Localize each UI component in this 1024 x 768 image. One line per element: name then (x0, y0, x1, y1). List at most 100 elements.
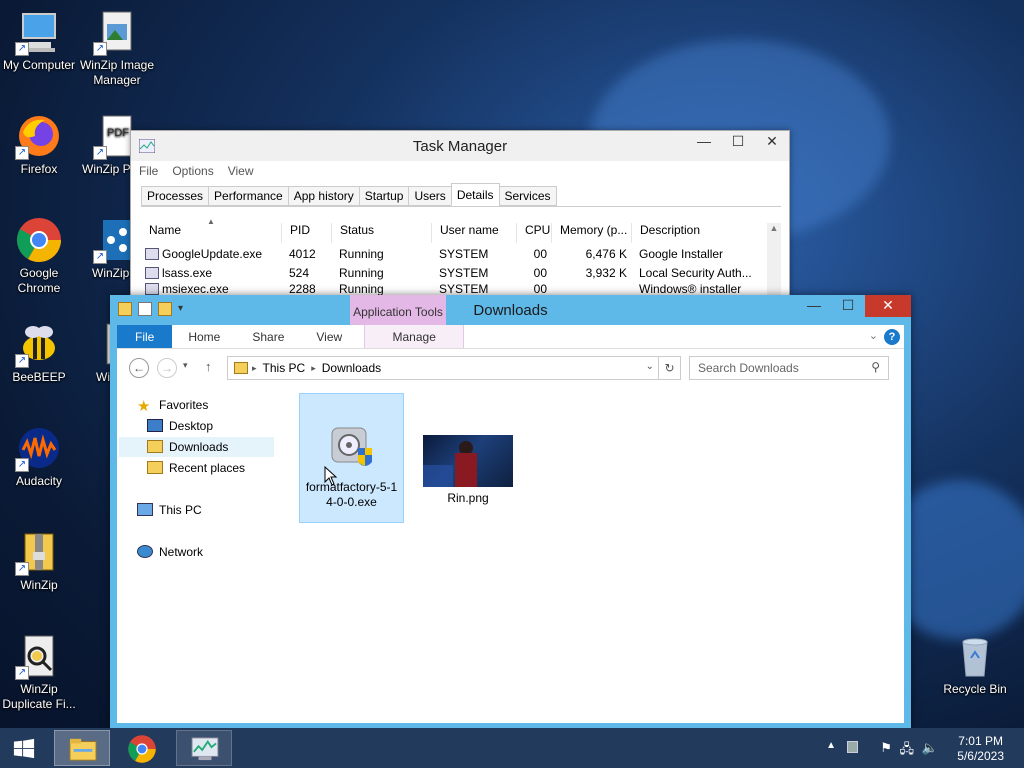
tab-services[interactable]: Services (498, 186, 557, 206)
column-cpu[interactable]: CPU (516, 223, 551, 243)
menu-file[interactable]: File (139, 161, 158, 181)
file-explorer-window[interactable]: ▾ Application Tools Downloads — ☐ ✕ File… (110, 295, 911, 730)
maximize-button[interactable]: ☐ (831, 295, 865, 317)
process-icon (145, 266, 159, 279)
taskbar-chrome[interactable] (114, 730, 170, 766)
network-icon[interactable]: 🖧 (900, 740, 915, 762)
shortcut-arrow-icon: ↗ (15, 146, 29, 160)
help-icon[interactable]: ? (884, 329, 900, 345)
task-manager-window[interactable]: Task Manager — ☐ ✕ File Options View Pro… (130, 130, 790, 297)
file-item-formatfactory[interactable]: formatfactory-5-14-0-0.exe (299, 393, 404, 523)
desktop-icon-winzip-image-manager[interactable]: ↗ WinZip Image Manager (78, 8, 156, 88)
breadcrumb-downloads[interactable]: Downloads (322, 361, 381, 375)
tab-performance[interactable]: Performance (208, 186, 289, 206)
expand-ribbon-icon[interactable]: ⌄ (869, 329, 878, 342)
star-icon: ★ (137, 398, 151, 415)
column-user-name[interactable]: User name (431, 223, 516, 243)
nav-downloads[interactable]: Downloads (119, 437, 274, 457)
column-name[interactable]: Name (141, 223, 281, 243)
menu-options[interactable]: Options (172, 161, 213, 181)
ribbon-tab-manage[interactable]: Manage (364, 325, 465, 348)
recent-locations-icon[interactable]: ▾ (183, 360, 188, 371)
search-input[interactable]: Search Downloads ⚲ (689, 356, 889, 380)
shortcut-arrow-icon: ↗ (93, 250, 107, 264)
nav-favorites[interactable]: ★ Favorites (137, 395, 208, 415)
search-icon[interactable]: ⚲ (871, 360, 880, 374)
network-icon (137, 545, 153, 558)
process-list-scrollbar[interactable]: ▲ (767, 223, 781, 297)
scroll-up-icon[interactable]: ▲ (767, 223, 781, 233)
address-row: ← → ▾ ↑ ▸ This PC ▸ Downloads ⌄ ↻ Search… (117, 350, 904, 384)
downloads-folder-icon (147, 440, 163, 453)
close-button[interactable]: ✕ (755, 131, 789, 153)
tab-app-history[interactable]: App history (287, 186, 360, 206)
desktop-icon-beebeep[interactable]: ↗ BeeBEEP (0, 320, 78, 385)
nav-this-pc[interactable]: This PC (137, 500, 202, 520)
column-memory[interactable]: Memory (p... (551, 223, 631, 243)
chevron-down-icon[interactable]: ⌄ (646, 361, 654, 372)
clock[interactable]: 7:01 PM 5/6/2023 (957, 734, 1004, 764)
task-manager-tabs: Processes Performance App history Startu… (141, 183, 557, 206)
minimize-button[interactable]: — (687, 131, 721, 153)
nav-recent-places[interactable]: Recent places (147, 458, 245, 478)
shortcut-arrow-icon: ↗ (15, 666, 29, 680)
task-manager-titlebar[interactable]: Task Manager — ☐ ✕ (131, 131, 789, 161)
column-description[interactable]: Description (631, 223, 761, 243)
mouse-cursor-icon (324, 466, 338, 486)
menu-view[interactable]: View (228, 161, 254, 181)
ribbon-tab-share[interactable]: Share (236, 325, 300, 348)
maximize-button[interactable]: ☐ (721, 131, 755, 153)
window-title: Downloads (473, 302, 548, 319)
start-button[interactable] (0, 730, 48, 766)
shortcut-arrow-icon: ↗ (15, 562, 29, 576)
ribbon-tab-file[interactable]: File (117, 325, 173, 348)
desktop-icon-firefox[interactable]: ↗ Firefox (0, 112, 78, 177)
tab-processes[interactable]: Processes (141, 186, 210, 206)
volume-icon[interactable]: 🔈 (922, 740, 938, 756)
ribbon-tab-view[interactable]: View (300, 325, 358, 348)
nav-network[interactable]: Network (137, 542, 203, 562)
chevron-right-icon: ▸ (252, 362, 257, 373)
tab-details[interactable]: Details (450, 183, 500, 206)
table-row[interactable]: GoogleUpdate.exe 4012 Running SYSTEM 00 … (141, 244, 761, 263)
address-bar[interactable]: ▸ This PC ▸ Downloads ⌄ (227, 356, 659, 380)
shortcut-arrow-icon: ↗ (93, 146, 107, 160)
table-row[interactable]: msiexec.exe 2288 Running SYSTEM 00 Windo… (141, 282, 761, 296)
explorer-titlebar[interactable]: ▾ Application Tools Downloads — ☐ ✕ (110, 295, 911, 325)
show-hidden-icons-icon[interactable]: ▲ (826, 740, 836, 751)
minimize-button[interactable]: — (797, 295, 831, 317)
desktop-icon-audacity[interactable]: ↗ Audacity (0, 424, 78, 489)
svg-text:PDF: PDF (107, 127, 129, 139)
up-arrow-icon[interactable]: ↑ (205, 359, 212, 374)
close-button[interactable]: ✕ (865, 295, 911, 317)
file-item-rin-png[interactable]: Rin.png (415, 393, 521, 513)
desktop-icon-winzip-duplicate-finder[interactable]: ↗ WinZip Duplicate Fi... (0, 632, 78, 712)
column-pid[interactable]: PID (281, 223, 331, 243)
shortcut-arrow-icon: ↗ (15, 458, 29, 472)
desktop-icon-my-computer[interactable]: ↗ My Computer (0, 8, 78, 73)
process-icon (145, 283, 159, 295)
task-manager-icon (191, 737, 219, 761)
recycle-bin-icon (962, 638, 988, 677)
navigation-pane: ★ Favorites Desktop Downloads Recent plac… (117, 385, 277, 723)
image-thumbnail (423, 435, 513, 487)
shortcut-arrow-icon: ↗ (15, 42, 29, 56)
desktop-icon-winzip[interactable]: ↗ WinZip (0, 528, 78, 593)
table-row[interactable]: lsass.exe 524 Running SYSTEM 00 3,932 K … (141, 263, 761, 282)
nav-desktop[interactable]: Desktop (147, 416, 213, 436)
forward-button[interactable]: → (157, 358, 177, 378)
taskbar-file-explorer[interactable] (54, 730, 110, 766)
tab-users[interactable]: Users (408, 186, 452, 206)
tab-startup[interactable]: Startup (358, 186, 410, 206)
breadcrumb-this-pc[interactable]: This PC (263, 361, 306, 375)
taskbar-task-manager[interactable] (176, 730, 232, 766)
back-button[interactable]: ← (129, 358, 149, 378)
ribbon-tab-home[interactable]: Home (172, 325, 236, 348)
refresh-icon[interactable]: ↻ (659, 356, 681, 380)
tray-app-icon[interactable] (847, 741, 858, 753)
desktop-icon-google-chrome[interactable]: Google Chrome (0, 216, 78, 296)
action-center-flag-icon[interactable]: ⚑ (880, 740, 892, 756)
shortcut-arrow-icon: ↗ (93, 42, 107, 56)
column-status[interactable]: Status (331, 223, 431, 243)
desktop-icon-recycle-bin[interactable]: Recycle Bin (936, 632, 1014, 697)
